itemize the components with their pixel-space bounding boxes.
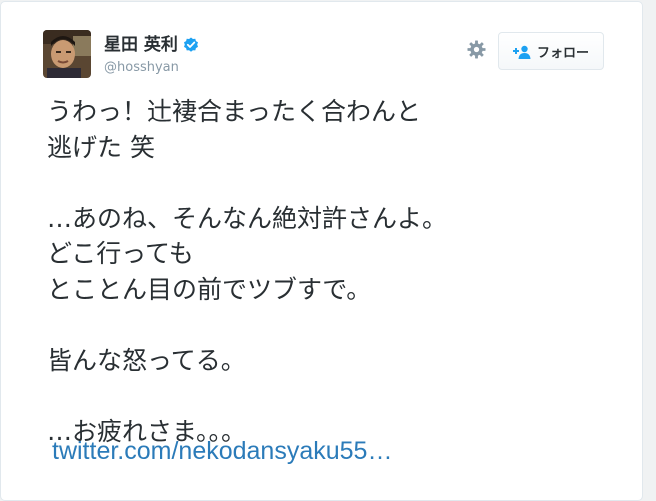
avatar[interactable] <box>43 30 91 78</box>
screen-name[interactable]: @hosshyan <box>104 59 179 77</box>
follow-button-label: フォロー <box>536 45 589 61</box>
tweet-line <box>47 307 627 343</box>
tweet-line: うわっ！辻褄合まったく合わんと <box>47 97 422 126</box>
display-name[interactable]: 星田 英利 <box>104 35 178 55</box>
tweet-line: どこ行っても <box>47 239 194 268</box>
tweet-link[interactable]: twitter.com/nekodansyaku55… <box>52 435 392 467</box>
tweet-line: 逃げた 笑 <box>47 132 155 162</box>
follow-button[interactable]: フォロー <box>498 32 604 70</box>
tweet-line <box>47 378 627 414</box>
tweet-line <box>47 165 627 201</box>
tweet-card: 星田 英利 @hosshyan フォロー うわっ！辻褄合まったく合わんと 逃げた… <box>0 1 643 501</box>
add-user-icon <box>512 44 531 59</box>
tweet-line: …あのね、そんなん絶対許さんよ。 <box>47 203 448 233</box>
tweet-line: とことん目の前でツブすで。 <box>47 274 372 304</box>
user-name-row: 星田 英利 <box>104 35 199 55</box>
gear-icon[interactable] <box>467 40 486 59</box>
tweet-line: 皆んな怒ってる。 <box>47 345 246 375</box>
verified-badge-icon <box>183 37 199 53</box>
avatar-image <box>43 30 91 78</box>
tweet-text: うわっ！辻褄合まったく合わんと 逃げた 笑 …あのね、そんなん絶対許さんよ。 ど… <box>47 94 627 449</box>
